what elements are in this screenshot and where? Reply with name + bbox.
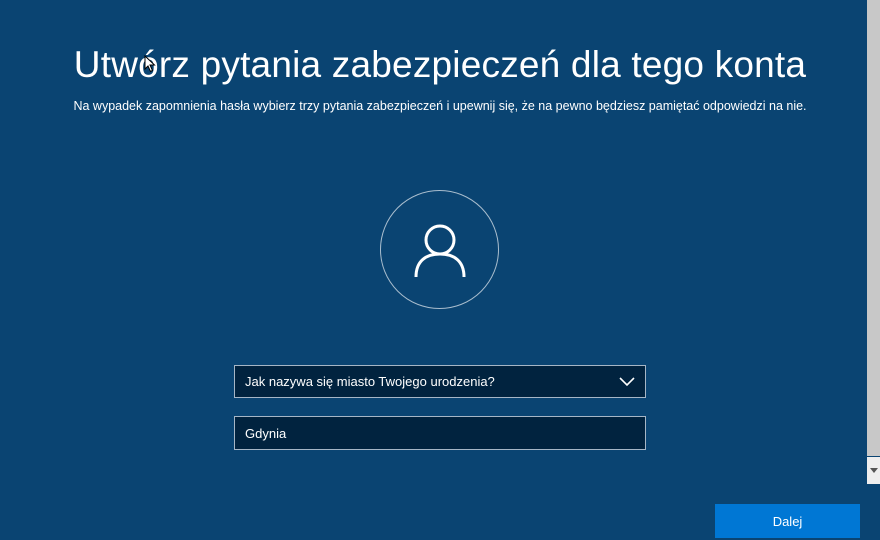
user-avatar [380, 190, 499, 309]
scrollbar-thumb[interactable] [867, 0, 880, 456]
next-button[interactable]: Dalej [715, 504, 860, 538]
security-answer-input[interactable] [234, 416, 646, 450]
scroll-down-arrow[interactable] [867, 457, 880, 484]
chevron-down-icon [619, 377, 635, 387]
oobe-screen: Utwórz pytania zabezpieczeń dla tego kon… [0, 0, 880, 540]
page-subtitle: Na wypadek zapomnienia hasła wybierz trz… [73, 99, 807, 113]
security-question-select[interactable]: Jak nazywa się miasto Twojego urodzenia? [234, 365, 646, 398]
user-icon [414, 224, 466, 278]
scroll-down-icon [869, 467, 878, 473]
mouse-pointer-icon [144, 55, 156, 73]
scrollbar[interactable] [867, 0, 880, 484]
security-question-value: Jak nazywa się miasto Twojego urodzenia? [245, 374, 495, 389]
page-title: Utwórz pytania zabezpieczeń dla tego kon… [73, 44, 807, 85]
